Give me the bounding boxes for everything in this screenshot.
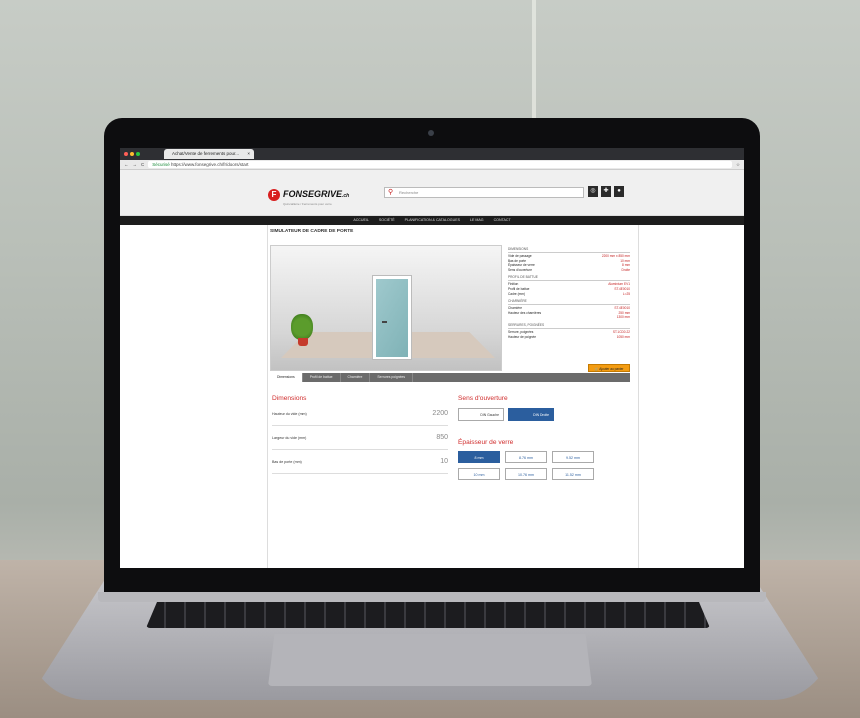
spec-value: Droite: [621, 267, 630, 272]
bookmark-star-icon[interactable]: ☆: [736, 162, 740, 168]
reload-icon[interactable]: C: [141, 162, 144, 167]
spec-group-title: PROFIL DE BATTUE: [508, 275, 630, 282]
thickness-option[interactable]: 9.52 mm: [552, 451, 594, 463]
spec-row: Cadre (mm) L=25: [508, 292, 630, 297]
field-value: 2200: [432, 410, 448, 417]
epaisseur-heading: Épaisseur de verre: [458, 439, 514, 446]
minimize-window-icon[interactable]: [130, 152, 134, 156]
spec-group-title: DIMENSIONS: [508, 247, 630, 253]
add-to-cart-label: Ajouter au panier: [599, 367, 624, 371]
spec-key: Cadre (mm): [508, 291, 526, 296]
plant-icon: [291, 314, 313, 340]
spec-group-title: SERRURES, POIGNÉES: [508, 323, 630, 329]
door-bottom-field[interactable]: Bas de porte (mm) 10: [272, 450, 448, 474]
din-right-button[interactable]: DIN Droite: [508, 408, 554, 421]
search-icon[interactable]: ⚲: [388, 189, 393, 197]
door-handle: [382, 321, 387, 323]
tab-charniere[interactable]: Charnière: [341, 373, 371, 382]
tab-dimensions[interactable]: Dimensions: [270, 373, 303, 382]
logo-suffix: .ch: [342, 193, 350, 199]
simulator-panel: SIMULATEUR DE CADRE DE PORTE DIMENSIONS …: [268, 225, 638, 568]
browser-tab-title: Achat/Vente de ferrements pour...: [172, 151, 240, 156]
spec-group: CHARNIÈRE Charnière ST.4E0010 Hauteur des…: [508, 299, 630, 320]
page-title: SIMULATEUR DE CADRE DE PORTE: [270, 229, 354, 234]
field-value: 10: [440, 458, 448, 465]
user-icon[interactable]: ●: [614, 186, 624, 197]
laptop-hinge: [98, 592, 766, 602]
door-frame: [372, 275, 412, 360]
tab-close-icon[interactable]: ×: [247, 149, 250, 159]
main-nav: ACCUEIL SOCIÉTÉ PLANIFICATION & CATALOGU…: [120, 216, 744, 225]
webcam: [428, 130, 434, 136]
spec-group-title: CHARNIÈRE: [508, 299, 630, 306]
secure-label: Sécurisé: [152, 162, 170, 167]
glass-door: [376, 279, 408, 357]
laptop-screen: Achat/Vente de ferrements pour... × ← → …: [120, 148, 744, 568]
search-input[interactable]: ⚲ Recherche: [384, 187, 584, 198]
spec-key: Hauteur des charnières: [508, 310, 542, 315]
field-label: Bas de porte (mm): [272, 459, 302, 464]
spec-key: Sens d'ouverture: [508, 267, 532, 272]
browser-titlebar: Achat/Vente de ferrements pour... ×: [120, 148, 744, 160]
search-placeholder: Recherche: [399, 190, 419, 195]
opening-direction-section: Sens d'ouverture DIN Gauche DIN Droite: [458, 395, 628, 421]
logo-text: FONSEGRIVE: [283, 189, 343, 199]
add-to-cart-button[interactable]: 🛒 Ajouter au panier: [588, 364, 630, 372]
browser-tab[interactable]: Achat/Vente de ferrements pour... ×: [164, 149, 254, 159]
close-window-icon[interactable]: [124, 152, 128, 156]
nav-item-mag[interactable]: LE MAG: [470, 216, 484, 225]
back-icon[interactable]: ←: [124, 162, 129, 167]
spec-key: Hauteur de poignée: [508, 334, 537, 339]
width-field[interactable]: Largeur du vide (mm) 850: [272, 426, 448, 450]
cart-icon: 🛒: [594, 367, 599, 371]
tab-serrures[interactable]: Serrures poignées: [370, 373, 414, 382]
maximize-window-icon[interactable]: [136, 152, 140, 156]
config-summary: DIMENSIONS Vide de passage 2200 mm x 850 …: [508, 247, 630, 342]
config-tabs: Dimensions Profil de battue Charnière Se…: [270, 373, 630, 382]
thickness-option[interactable]: 11.52 mm: [552, 468, 594, 480]
thickness-option[interactable]: 8 mm: [458, 451, 500, 463]
field-label: Largeur du vide (mm): [272, 435, 307, 440]
spec-group: SERRURES, POIGNÉES Serrure, poignées ST.1…: [508, 323, 630, 339]
logo-tagline: Quincaillerie / Ferrements pour verre: [283, 202, 332, 206]
spec-group: PROFIL DE BATTUE Finition Aluminium EV1 P…: [508, 275, 630, 296]
field-value: 850: [436, 434, 448, 441]
dimensions-heading: Dimensions: [272, 395, 307, 402]
spec-group: DIMENSIONS Vide de passage 2200 mm x 850 …: [508, 247, 630, 272]
url-text: https://www.fonsegrive.ch/fr/doors/start: [171, 162, 249, 167]
spec-row: 1300 mm: [508, 315, 630, 320]
tab-profil-battue[interactable]: Profil de battue: [303, 373, 341, 382]
nav-item-contact[interactable]: CONTACT: [494, 216, 511, 225]
door-preview: [270, 245, 502, 371]
laptop-trackpad: [268, 634, 592, 686]
glass-thickness-section: Épaisseur de verre 8 mm 8.76 mm 9.52 mm …: [458, 439, 628, 480]
dimensions-section: Dimensions Hauteur du vide (mm) 2200 Lar…: [272, 395, 448, 474]
spec-value: 1300 mm: [616, 315, 630, 320]
spec-row: Hauteur de poignée 1050 mm: [508, 335, 630, 340]
nav-item-planification[interactable]: PLANIFICATION & CATALOGUES: [405, 216, 460, 225]
spec-row: Sens d'ouverture Droite: [508, 268, 630, 273]
thickness-option[interactable]: 10.76 mm: [505, 468, 547, 480]
nav-item-accueil[interactable]: ACCUEIL: [353, 216, 369, 225]
thickness-options: 8 mm 8.76 mm 9.52 mm 10 mm 10.76 mm 11.5…: [458, 451, 628, 480]
cart-icon[interactable]: ✚: [601, 186, 611, 197]
thickness-option[interactable]: 10 mm: [458, 468, 500, 480]
field-label: Hauteur du vide (mm): [272, 411, 307, 416]
plant-pot: [298, 338, 308, 346]
sens-options: DIN Gauche DIN Droite: [458, 408, 628, 421]
nav-item-societe[interactable]: SOCIÉTÉ: [379, 216, 395, 225]
height-field[interactable]: Hauteur du vide (mm) 2200: [272, 402, 448, 426]
logo-f-icon: F: [268, 189, 280, 201]
address-bar: ← → C Sécurisé https://www.fonsegrive.ch…: [120, 160, 744, 170]
sens-heading: Sens d'ouverture: [458, 395, 508, 402]
spec-value: 1050 mm: [616, 334, 630, 339]
url-field[interactable]: Sécurisé https://www.fonsegrive.ch/fr/do…: [148, 161, 732, 168]
thickness-option[interactable]: 8.76 mm: [505, 451, 547, 463]
account-icon[interactable]: ◎: [588, 186, 598, 197]
site-logo[interactable]: F FONSEGRIVE.ch Quincaillerie / Ferremen…: [268, 184, 349, 206]
site-header: F FONSEGRIVE.ch Quincaillerie / Ferremen…: [120, 170, 744, 216]
spec-value: L=25: [622, 291, 630, 296]
forward-icon[interactable]: →: [133, 162, 138, 167]
din-left-button[interactable]: DIN Gauche: [458, 408, 504, 421]
